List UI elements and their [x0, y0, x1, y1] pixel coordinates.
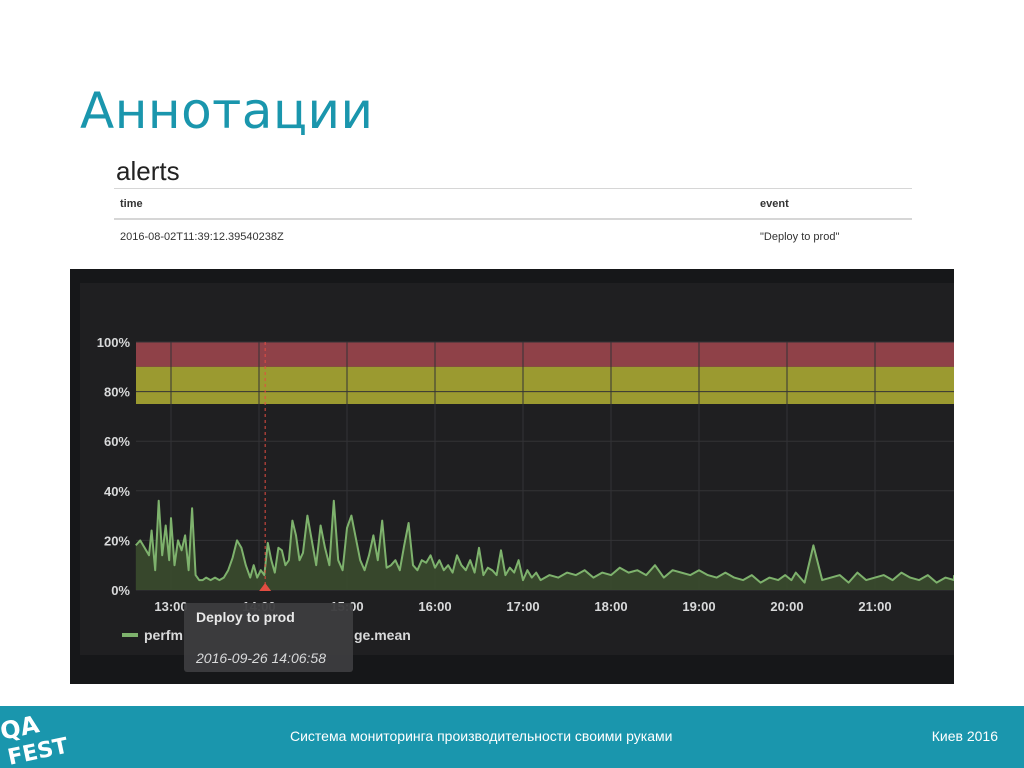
y-tick-label: 40%	[104, 484, 130, 499]
y-tick-label: 60%	[104, 434, 130, 449]
alerts-panel-heading: alerts	[116, 156, 180, 186]
y-tick-label: 80%	[104, 385, 130, 400]
footer-caption: Система мониторинга производительности с…	[290, 728, 673, 744]
alerts-table-header: time event	[114, 189, 912, 220]
x-tick-label: 13:00	[154, 599, 187, 614]
cell-time: 2016-08-02T11:39:12.39540238Z	[120, 231, 284, 243]
footer-bar: QA FEST Система мониторинга производител…	[0, 706, 1024, 768]
qafest-logo: QA FEST	[0, 710, 70, 768]
x-tick-label: 17:00	[506, 599, 539, 614]
x-tick-label: 19:00	[682, 599, 715, 614]
column-header-time[interactable]: time	[114, 198, 754, 210]
slide-title: Аннотации	[80, 82, 374, 140]
tooltip-title: Deploy to prod	[196, 609, 295, 625]
y-tick-label: 20%	[104, 533, 130, 548]
x-tick-label: 21:00	[858, 599, 891, 614]
column-header-event[interactable]: event	[754, 198, 912, 210]
footer-location-year: Киев 2016	[931, 728, 998, 744]
x-tick-label: 16:00	[418, 599, 451, 614]
tooltip-time: 2016-09-26 14:06:58	[195, 650, 326, 666]
graph-canvas[interactable]: 100%80%60%40%20%0%13:0014:0015:0016:0017…	[70, 269, 954, 684]
table-row[interactable]: 2016-08-02T11:39:12.39540238Z "Deploy to…	[114, 220, 912, 254]
legend-label-suffix: ge.mean	[354, 627, 411, 643]
legend-label[interactable]: perfm	[144, 627, 183, 643]
y-tick-label: 100%	[97, 335, 131, 350]
y-tick-label: 0%	[111, 583, 130, 598]
cell-event: "Deploy to prod"	[760, 231, 840, 243]
x-tick-label: 18:00	[594, 599, 627, 614]
graph-panel[interactable]: 100%80%60%40%20%0%13:0014:0015:0016:0017…	[70, 269, 954, 684]
alerts-table: time event 2016-08-02T11:39:12.39540238Z…	[114, 188, 912, 254]
x-tick-label: 20:00	[770, 599, 803, 614]
